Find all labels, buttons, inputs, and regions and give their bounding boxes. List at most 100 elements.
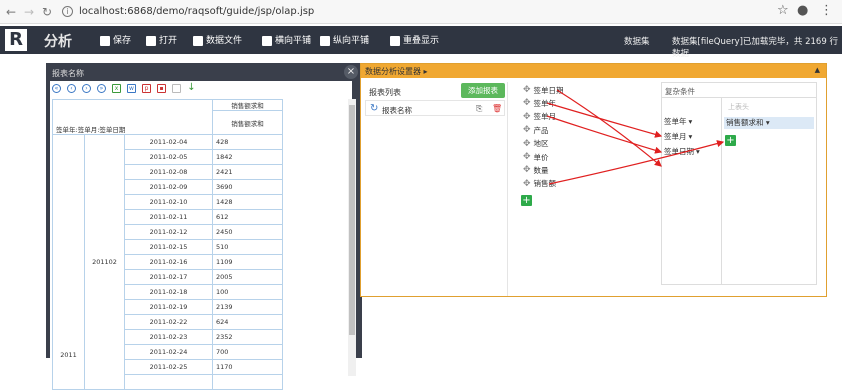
overlap-button[interactable]: 重叠显示 bbox=[390, 34, 439, 48]
blank-doc-icon[interactable] bbox=[172, 84, 181, 93]
caret-down-icon: ▾ bbox=[696, 146, 700, 156]
date-cell: 2011-02-22 bbox=[124, 314, 213, 330]
excel-export-icon[interactable]: x bbox=[112, 84, 121, 93]
field-label: 签单月 bbox=[533, 112, 557, 122]
close-icon[interactable]: × bbox=[344, 65, 358, 79]
row-tag-date[interactable]: 签单日期 ▾ bbox=[664, 145, 700, 157]
app-logo: R bbox=[5, 29, 27, 51]
date-cell: 2011-02-16 bbox=[124, 254, 213, 270]
date-cell: 2011-02-24 bbox=[124, 344, 213, 360]
field-label: 数量 bbox=[533, 165, 549, 175]
report-table: 签单年:签单月:签单日期 销售额求和 销售额求和 2011 201102 2011-… bbox=[52, 99, 283, 390]
value-cell: 510 bbox=[212, 239, 283, 255]
collapse-icon[interactable]: ▲ bbox=[815, 66, 820, 74]
col-header-measure: 销售额求和 bbox=[212, 110, 283, 135]
date-cell: 2011-02-11 bbox=[124, 209, 213, 225]
date-cell: 2011-02-04 bbox=[124, 134, 213, 150]
move-icon: ✥ bbox=[523, 165, 531, 176]
date-cell: 2011-02-05 bbox=[124, 149, 213, 165]
report-scrollbar[interactable] bbox=[348, 99, 356, 376]
horizontal-tile-button[interactable]: 横向平铺 bbox=[262, 34, 311, 48]
field-label: 单价 bbox=[533, 152, 549, 162]
refresh-icon[interactable]: ↻ bbox=[370, 103, 378, 114]
field-item[interactable]: ✥ 单价 bbox=[523, 151, 593, 163]
move-icon: ✥ bbox=[523, 98, 531, 109]
field-item[interactable]: ✥ 签单月 bbox=[523, 111, 593, 123]
date-cell: 2011-02-12 bbox=[124, 224, 213, 240]
report-header: 报表名称 × bbox=[46, 63, 362, 81]
value-cell: 1109 bbox=[212, 254, 283, 270]
open-button[interactable]: 打开 bbox=[146, 34, 177, 48]
vertical-tile-button[interactable]: 纵向平铺 bbox=[320, 34, 369, 48]
row-tag-month[interactable]: 签单月 ▾ bbox=[664, 130, 692, 142]
back-icon[interactable]: ← bbox=[6, 5, 16, 19]
field-item[interactable]: ✥ 销售额 bbox=[523, 178, 593, 190]
value-cell: 1170 bbox=[212, 359, 283, 375]
measure-tag[interactable]: 销售额求和 ▾ bbox=[724, 117, 814, 129]
datafile-button[interactable]: 数据文件 bbox=[193, 34, 242, 48]
measure-area: 上表头 销售额求和 ▾ + bbox=[722, 97, 817, 285]
report-tools: « ‹ › » x w p ▪ ↓ bbox=[52, 83, 196, 98]
info-icon[interactable]: i bbox=[62, 5, 73, 17]
report-list-item[interactable]: ↻ 报表名称 ⎘ 🗑 bbox=[365, 100, 505, 116]
value-cell: 100 bbox=[212, 284, 283, 300]
add-measure-icon[interactable]: + bbox=[725, 135, 736, 146]
word-export-icon[interactable]: w bbox=[127, 84, 136, 93]
next-page-icon[interactable]: › bbox=[82, 84, 91, 93]
field-item[interactable]: ✥ 地区 bbox=[523, 138, 593, 150]
date-cell: 2011-02-09 bbox=[124, 179, 213, 195]
date-cell: 2011-02-17 bbox=[124, 269, 213, 285]
value-cell: 1842 bbox=[212, 149, 283, 165]
report-title: 报表名称 bbox=[52, 69, 84, 78]
horizontal-tile-icon bbox=[262, 36, 272, 46]
bookmark-star-icon[interactable]: ☆ bbox=[777, 3, 789, 18]
first-page-icon[interactable]: « bbox=[52, 84, 61, 93]
field-item[interactable]: ✥ 产品 bbox=[523, 124, 593, 136]
add-field-icon[interactable]: + bbox=[521, 195, 532, 206]
save-button[interactable]: 保存 bbox=[100, 34, 131, 48]
date-cell: 2011-02-15 bbox=[124, 239, 213, 255]
value-cell: 2005 bbox=[212, 269, 283, 285]
field-label: 产品 bbox=[533, 125, 549, 135]
col-header-top: 销售额求和 bbox=[212, 99, 283, 111]
field-item[interactable]: ✥ 数量 bbox=[523, 164, 593, 176]
row-header: 签单年:签单月:签单日期 bbox=[52, 99, 213, 135]
last-page-icon[interactable]: » bbox=[97, 84, 106, 93]
pdf-export-icon[interactable]: p bbox=[142, 84, 151, 93]
forward-icon[interactable]: → bbox=[24, 5, 34, 19]
print-icon[interactable]: ▪ bbox=[157, 84, 166, 93]
app-toolbar: R 分析 保存 打开 数据文件 横向平铺 纵向平铺 重叠显示 数据集 数据集[f… bbox=[0, 26, 842, 59]
report-dialog: 报表名称 × « ‹ › » x w p ▪ ↓ 签单年:签单月:签单日期 销售… bbox=[46, 63, 362, 390]
delete-icon[interactable]: 🗑 bbox=[492, 104, 502, 113]
olap-panel: 数据分析设置器 ▸ ▲ 报表列表 添加报表 ↻ 报表名称 ⎘ 🗑 ✥ 签单日期 ✥ 签… bbox=[360, 63, 827, 297]
dataset-button[interactable]: 数据集 bbox=[624, 35, 650, 47]
profile-icon[interactable]: ● bbox=[797, 3, 808, 18]
date-cell bbox=[124, 374, 213, 390]
save-icon bbox=[100, 36, 110, 46]
value-cell: 1428 bbox=[212, 194, 283, 210]
move-icon: ✥ bbox=[523, 125, 531, 136]
folder-icon bbox=[193, 36, 203, 46]
value-cell: 428 bbox=[212, 134, 283, 150]
add-report-button[interactable]: 添加报表 bbox=[461, 83, 505, 98]
folder-icon bbox=[146, 36, 156, 46]
app-title: 分析 bbox=[44, 34, 72, 50]
reload-icon[interactable]: ↻ bbox=[42, 5, 52, 19]
prev-page-icon[interactable]: ‹ bbox=[67, 84, 76, 93]
field-label: 签单日期 bbox=[533, 85, 564, 95]
scroll-thumb[interactable] bbox=[349, 105, 355, 335]
caret-down-icon: ▾ bbox=[688, 131, 693, 141]
date-cell: 2011-02-08 bbox=[124, 164, 213, 180]
url-text: localhost:6868/demo/raqsoft/guide/jsp/ol… bbox=[79, 6, 315, 17]
report-list-title: 报表列表 bbox=[369, 88, 401, 97]
menu-icon[interactable]: ⋮ bbox=[820, 3, 833, 18]
edit-icon[interactable]: ⎘ bbox=[476, 104, 482, 114]
layout-box: 复杂条件 签单年 ▾ 签单月 ▾ 签单日期 ▾ 上表头 销售额求和 ▾ + bbox=[661, 82, 817, 285]
field-item[interactable]: ✥ 签单日期 bbox=[523, 84, 593, 96]
address-bar[interactable]: i localhost:6868/demo/raqsoft/guide/jsp/o… bbox=[62, 4, 762, 20]
field-label: 销售额 bbox=[533, 179, 557, 189]
move-icon: ✥ bbox=[523, 152, 531, 162]
field-item[interactable]: ✥ 签单年 bbox=[523, 97, 593, 109]
download-icon[interactable]: ↓ bbox=[187, 83, 196, 93]
row-tag-year[interactable]: 签单年 ▾ bbox=[664, 115, 692, 127]
